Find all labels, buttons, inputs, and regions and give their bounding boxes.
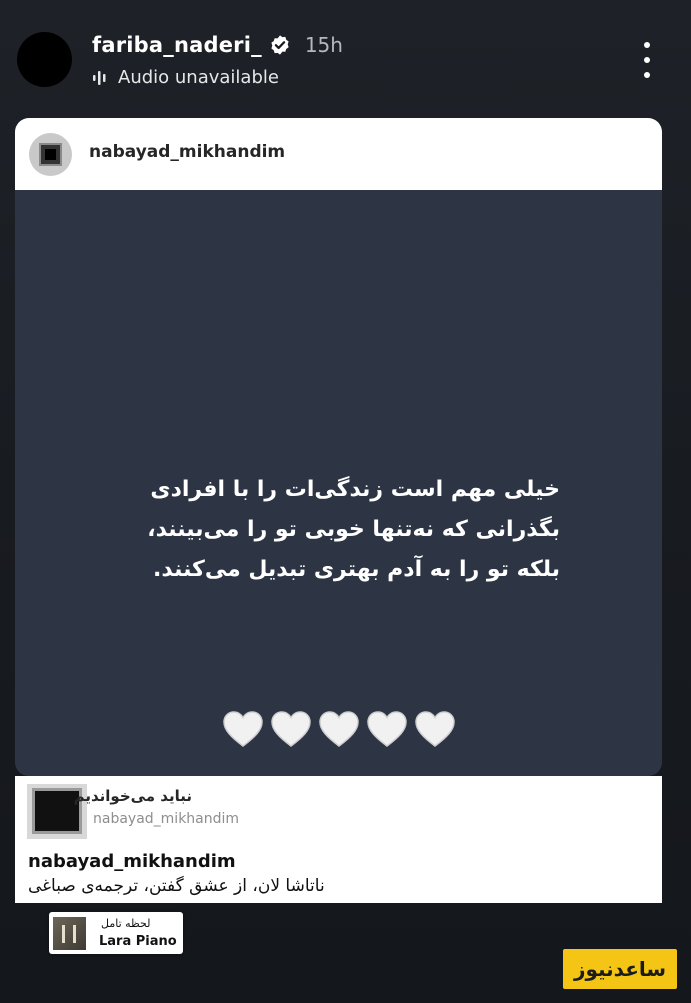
author-username[interactable]: fariba_naderi_: [92, 33, 262, 57]
quote-line: خیلی مهم است زندگی‌ات را با افرادی: [150, 477, 560, 502]
caption-text: ناتاشا لان، از عشق گفتن، ترجمه‌ی صباغی: [28, 876, 325, 896]
more-dot: [644, 72, 650, 78]
music-caption-box: نباید می‌خواندیم nabayad_mikhandim nabay…: [15, 776, 662, 903]
avatar-frame: [39, 143, 62, 166]
quote-line: بگذرانی که نه‌تنها خوبی تو را می‌بینند،: [147, 517, 560, 542]
shared-post-avatar[interactable]: [29, 133, 72, 176]
white-heart-icon: [318, 711, 359, 747]
avatar-center: [45, 149, 56, 160]
author-row: fariba_naderi_ 15h: [92, 33, 343, 57]
watermark-text: ساعدنیوز: [573, 957, 667, 981]
audio-status[interactable]: Audio unavailable: [92, 67, 279, 88]
white-heart-icon: [222, 711, 263, 747]
shared-post-card[interactable]: nabayad_mikhandim خیلی مهم است زندگی‌ات …: [15, 118, 662, 776]
shared-post-image: خیلی مهم است زندگی‌ات را با افرادی بگذرا…: [15, 190, 662, 776]
more-options-button[interactable]: [641, 42, 653, 78]
caption-username[interactable]: nabayad_mikhandim: [28, 851, 236, 872]
sticker-song-title: لحظه تامل: [101, 917, 151, 930]
shared-post-username[interactable]: nabayad_mikhandim: [89, 142, 285, 162]
hearts-row: [15, 710, 662, 748]
album-art-mark: [62, 925, 76, 943]
audio-status-label: Audio unavailable: [118, 67, 279, 88]
shared-post-header: nabayad_mikhandim: [15, 118, 662, 190]
more-dot: [644, 57, 650, 63]
audio-off-icon: [93, 70, 106, 85]
quote-text: خیلی مهم است زندگی‌ات را با افرادی بگذرا…: [75, 470, 560, 590]
music-title[interactable]: نباید می‌خواندیم: [74, 787, 192, 805]
watermark-logo: ساعدنیوز: [563, 949, 677, 989]
quote-line: بلکه تو را به آدم بهتری تبدیل می‌کنند.: [153, 557, 560, 582]
sticker-artist: Lara Piano: [99, 934, 177, 949]
post-time: 15h: [304, 33, 343, 57]
white-heart-icon: [366, 711, 407, 747]
music-handle[interactable]: nabayad_mikhandim: [93, 811, 239, 827]
verified-badge-icon: [271, 35, 289, 55]
white-heart-icon: [414, 711, 455, 747]
author-avatar[interactable]: [17, 32, 72, 87]
music-sticker[interactable]: لحظه تامل Lara Piano: [49, 912, 183, 954]
album-art: [53, 917, 86, 950]
more-vertical-icon: [644, 42, 650, 48]
white-heart-icon: [270, 711, 311, 747]
